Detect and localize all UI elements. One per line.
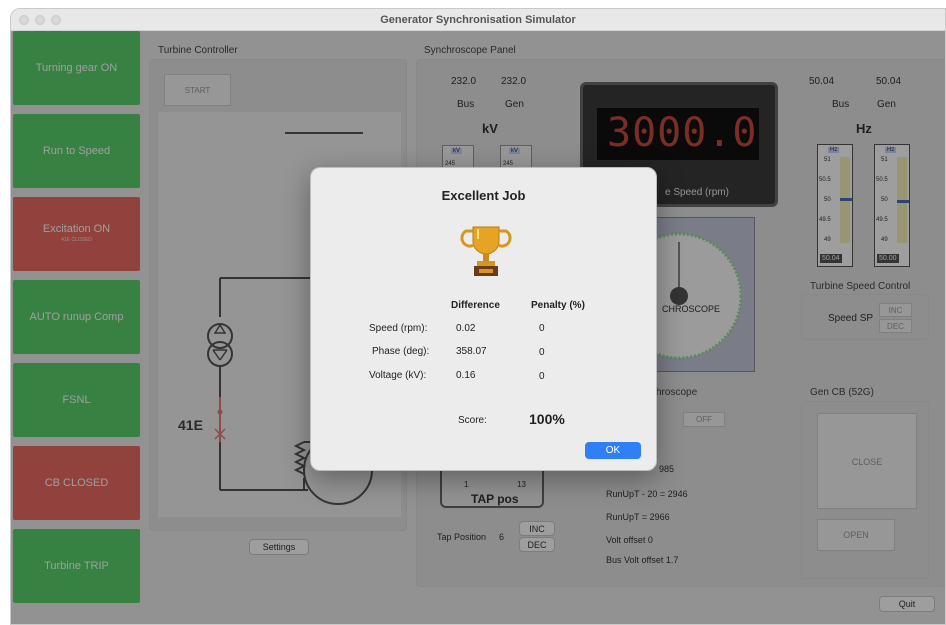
score-value: 100% bbox=[529, 411, 565, 427]
voltage-difference: 0.16 bbox=[456, 370, 476, 381]
dialog-title: Excellent Job bbox=[441, 188, 526, 203]
phase-row-label: Phase (deg): bbox=[372, 346, 430, 357]
penalty-header: Penalty (%) bbox=[531, 300, 585, 311]
phase-penalty: 0 bbox=[539, 347, 545, 358]
result-dialog: Excellent Job Difference Penalty (%) Spe… bbox=[310, 167, 657, 471]
voltage-row-label: Voltage (kV): bbox=[369, 370, 427, 381]
close-window-icon[interactable] bbox=[19, 15, 29, 25]
phase-difference: 358.07 bbox=[456, 346, 487, 357]
voltage-penalty: 0 bbox=[539, 371, 545, 382]
speed-penalty: 0 bbox=[539, 323, 545, 334]
zoom-window-icon[interactable] bbox=[51, 15, 61, 25]
speed-row-label: Speed (rpm): bbox=[369, 323, 428, 334]
trophy-icon bbox=[460, 226, 512, 276]
ok-button[interactable]: OK bbox=[585, 442, 641, 459]
title-bar: Generator Synchronisation Simulator bbox=[11, 9, 945, 31]
difference-header: Difference bbox=[451, 300, 500, 311]
speed-difference: 0.02 bbox=[456, 323, 476, 334]
window-title: Generator Synchronisation Simulator bbox=[380, 14, 576, 26]
score-label: Score: bbox=[458, 415, 487, 426]
minimize-window-icon[interactable] bbox=[35, 15, 45, 25]
